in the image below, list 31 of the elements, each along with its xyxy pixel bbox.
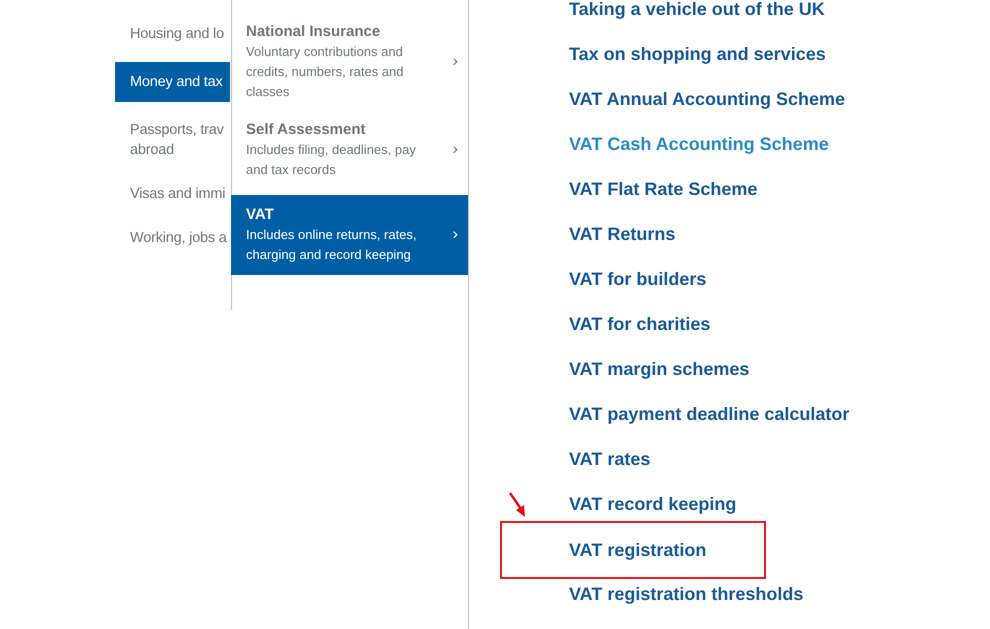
subcategory-description: Includes filing, deadlines, pay and tax records bbox=[246, 141, 417, 179]
category-item[interactable]: Money and tax bbox=[115, 62, 230, 102]
subcategory-item[interactable]: National Insurance Voluntary contributions and credits, numbers, rates and classes › bbox=[231, 22, 468, 102]
topic-link[interactable]: VAT record keeping bbox=[569, 494, 736, 515]
category-item[interactable]: Passports, trav abroad bbox=[115, 120, 230, 160]
topic-link[interactable]: VAT payment deadline calculator bbox=[569, 404, 850, 425]
category-item[interactable]: Visas and immi bbox=[115, 184, 230, 204]
topic-link[interactable]: VAT for builders bbox=[569, 269, 706, 290]
topic-link[interactable]: VAT rates bbox=[569, 449, 650, 470]
subcategory-title: National Insurance bbox=[246, 22, 382, 42]
chevron-icon: › bbox=[444, 226, 458, 244]
category-item[interactable]: Housing and lo bbox=[115, 24, 230, 44]
topic-link[interactable]: VAT margin schemes bbox=[569, 359, 750, 380]
topic-link[interactable]: Taking a vehicle out of the UK bbox=[569, 0, 825, 20]
topic-link[interactable]: VAT for charities bbox=[569, 314, 710, 335]
topic-link[interactable]: VAT Flat Rate Scheme bbox=[569, 179, 758, 200]
topic-link[interactable]: VAT Returns bbox=[569, 224, 676, 245]
chevron-icon: › bbox=[444, 141, 458, 159]
subcategory-item[interactable]: Self Assessment Includes filing, deadlines, pay and tax records › bbox=[231, 120, 468, 180]
topic-link[interactable]: VAT Annual Accounting Scheme bbox=[569, 89, 846, 110]
subcategory-item[interactable]: VAT Includes online returns, rates, charging and record keeping › bbox=[231, 195, 468, 275]
topic-link[interactable]: VAT registration bbox=[569, 540, 706, 560]
topic-link[interactable]: VAT Cash Accounting Scheme bbox=[569, 134, 829, 155]
topic-link[interactable]: Tax on shopping and services bbox=[569, 44, 826, 65]
chevron-icon: › bbox=[444, 53, 458, 71]
subcategory-title: Self Assessment bbox=[246, 120, 367, 140]
subcategory-title: VAT bbox=[246, 205, 275, 225]
topic-link[interactable]: VAT registration thresholds bbox=[569, 584, 804, 605]
subcategory-description: Includes online returns, rates, charging and record keeping bbox=[246, 226, 418, 264]
category-item[interactable]: Working, jobs a bbox=[115, 228, 230, 248]
subcategory-description: Voluntary contributions and credits, numbers, rates and classes bbox=[246, 43, 405, 101]
